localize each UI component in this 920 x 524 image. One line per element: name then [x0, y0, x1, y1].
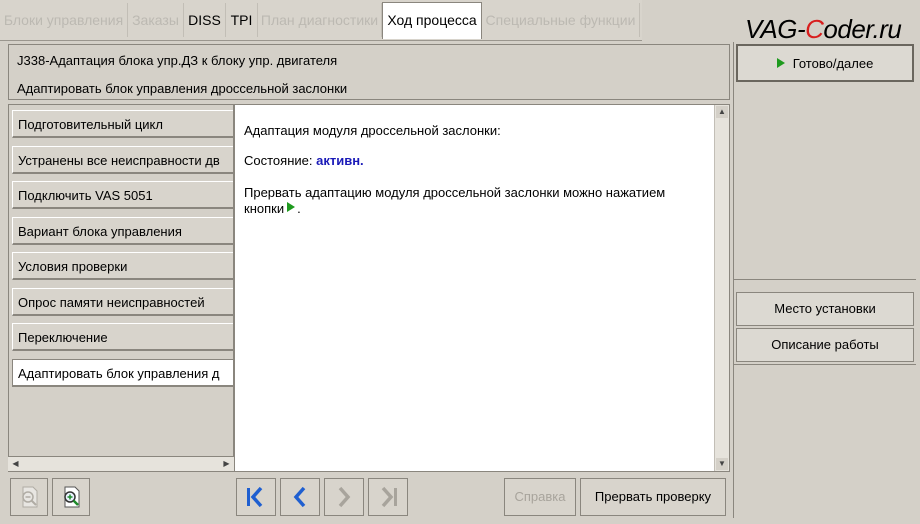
help-button[interactable]: Справка: [504, 478, 576, 516]
status-label: Состояние:: [244, 153, 313, 168]
step-item[interactable]: Переключение: [12, 323, 233, 351]
abort-test-button[interactable]: Прервать проверку: [580, 478, 726, 516]
next-icon: [338, 486, 351, 508]
tab-tpi[interactable]: TPI: [226, 3, 258, 37]
step-item[interactable]: Устранены все неисправности дв: [12, 146, 233, 174]
zoom-in-icon: [64, 486, 80, 508]
zoom-toolbar: [8, 476, 234, 518]
step-item[interactable]: Вариант блока управления: [12, 217, 233, 245]
tab-special-functions[interactable]: Специальные функции: [482, 3, 640, 37]
scroll-down-icon[interactable]: ▼: [716, 458, 728, 470]
step-list-horizontal-scrollbar[interactable]: ◀ ▶: [8, 456, 234, 471]
panel-divider: [734, 364, 916, 365]
tab-process[interactable]: Ход процесса: [382, 2, 482, 39]
play-icon: [776, 58, 785, 68]
step-item[interactable]: Опрос памяти неисправностей: [12, 288, 233, 316]
brand-accent: C: [805, 14, 824, 44]
status-line: Состояние: активн.: [244, 153, 704, 169]
navigation-toolbar: Справка Прервать проверку: [234, 476, 730, 518]
note-text: Прервать адаптацию модуля дроссельной за…: [244, 185, 666, 200]
note-text-continued: кнопки: [244, 201, 285, 216]
procedure-step-title: Адаптировать блок управления дроссельной…: [17, 81, 348, 96]
next-step-button[interactable]: [324, 478, 364, 516]
last-step-button[interactable]: [368, 478, 408, 516]
previous-step-button[interactable]: [280, 478, 320, 516]
panel-divider: [734, 279, 916, 280]
brand-suffix: oder.ru: [823, 14, 902, 44]
instruction-vertical-scrollbar[interactable]: ▲ ▼: [714, 105, 729, 471]
brand-prefix: VAG-: [745, 14, 806, 44]
procedure-header: J338-Адаптация блока упр.ДЗ к блоку упр.…: [8, 44, 730, 100]
watermark-logo: VAG-Coder.ru: [745, 14, 902, 45]
instruction-note: Прервать адаптацию модуля дроссельной за…: [244, 185, 704, 217]
step-list: Подготовительный цикл Устранены все неис…: [8, 104, 234, 472]
installation-location-button[interactable]: Место установки: [736, 292, 914, 326]
done-next-label: Готово/далее: [792, 56, 874, 71]
note-end: .: [297, 201, 301, 216]
first-page-icon: [247, 486, 263, 508]
step-item-current[interactable]: Адаптировать блок управления д: [12, 359, 233, 387]
instruction-heading: Адаптация модуля дроссельной заслонки:: [244, 123, 501, 138]
instruction-panel: Адаптация модуля дроссельной заслонки: С…: [234, 104, 730, 472]
status-value: активн.: [316, 153, 364, 168]
tab-diagnostic-plan[interactable]: План диагностики: [258, 3, 382, 37]
step-item[interactable]: Подключить VAS 5051: [12, 181, 233, 209]
play-icon: [287, 202, 296, 212]
done-next-button[interactable]: Готово/далее: [736, 44, 914, 82]
scroll-up-icon[interactable]: ▲: [716, 106, 728, 118]
zoom-out-icon: [22, 486, 38, 508]
first-step-button[interactable]: [236, 478, 276, 516]
scroll-left-icon[interactable]: ◀: [9, 458, 22, 470]
tab-orders[interactable]: Заказы: [128, 3, 184, 37]
action-panel: Готово/далее Место установки Описание ра…: [733, 42, 917, 518]
last-page-icon: [381, 486, 397, 508]
tab-diss[interactable]: DISS: [184, 3, 226, 37]
zoom-in-button[interactable]: [52, 478, 90, 516]
tab-strip: Блоки управления Заказы DISS TPI План ди…: [0, 0, 642, 41]
procedure-title: J338-Адаптация блока упр.ДЗ к блоку упр.…: [17, 53, 338, 68]
previous-icon: [293, 486, 306, 508]
step-item[interactable]: Подготовительный цикл: [12, 110, 233, 138]
tab-control-units[interactable]: Блоки управления: [0, 3, 128, 37]
scroll-right-icon[interactable]: ▶: [220, 458, 233, 470]
zoom-out-button[interactable]: [10, 478, 48, 516]
work-description-button[interactable]: Описание работы: [736, 328, 914, 362]
tab-bar: Блоки управления Заказы DISS TPI План ди…: [0, 0, 920, 45]
step-item[interactable]: Условия проверки: [12, 252, 233, 280]
